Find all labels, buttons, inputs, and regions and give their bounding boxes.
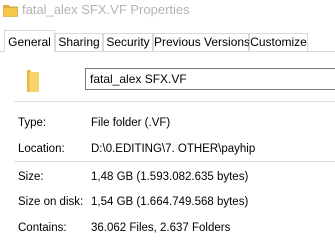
separator	[14, 101, 335, 102]
tab-security[interactable]: Security	[103, 33, 153, 51]
tab-strip: General Sharing Security Previous Versio…	[0, 30, 335, 52]
type-label: Type:	[18, 117, 47, 129]
contains-value[interactable]: 36.062 Files, 2.637 Folders	[91, 222, 230, 234]
location-label: Location:	[18, 143, 65, 155]
separator	[14, 161, 335, 162]
general-panel: fatal_alex SFX.VF Type: File folder (.VF…	[0, 51, 335, 243]
contains-label: Contains:	[18, 222, 67, 234]
folder-icon	[27, 70, 39, 92]
size-on-disk-value[interactable]: 1,54 GB (1.664.749.568 bytes)	[91, 196, 248, 208]
tab-general[interactable]: General	[4, 30, 55, 52]
size-label: Size:	[18, 171, 44, 183]
folder-icon	[3, 5, 18, 17]
size-on-disk-label: Size on disk:	[18, 196, 84, 208]
tab-customize[interactable]: Customize	[249, 33, 308, 51]
folder-name-input[interactable]: fatal_alex SFX.VF	[85, 68, 335, 90]
tab-previous-versions[interactable]: Previous Versions	[153, 33, 250, 51]
window-title: fatal_alex SFX.VF Properties	[22, 2, 190, 17]
size-value[interactable]: 1,48 GB (1.593.082.635 bytes)	[91, 171, 248, 183]
title-bar[interactable]: fatal_alex SFX.VF Properties	[0, 0, 335, 30]
type-value[interactable]: File folder (.VF)	[91, 117, 170, 129]
tab-sharing[interactable]: Sharing	[55, 33, 103, 51]
location-value[interactable]: D:\0.EDITING\7. OTHER\payhip	[91, 143, 255, 155]
properties-window: fatal_alex SFX.VF Properties General Sha…	[0, 0, 335, 243]
